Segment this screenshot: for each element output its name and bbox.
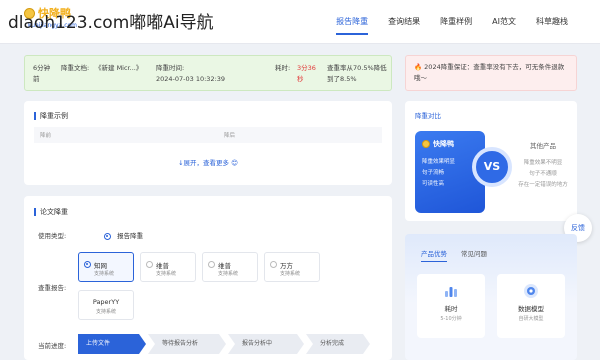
feature-item: 可读性高 (422, 181, 445, 187)
report-option-paperyy[interactable]: PaperYY 支持系统 (78, 290, 134, 320)
rate-text: 查重率从70.5%降低到了8.5% (327, 64, 387, 83)
example-right-tab: 降后 (224, 133, 236, 139)
report-label: 查重报告: (38, 284, 67, 292)
radio-icon (146, 261, 153, 268)
form-title: 论文降重 (34, 208, 68, 216)
compare-others: 其他产品 降重效果不明显 句子不通顺 存在一定错误的地方 (515, 131, 571, 213)
doc-name: 《新建 Micr...》 (95, 64, 143, 72)
report-option-wanfang[interactable]: 万方 支持系统 (264, 252, 320, 282)
report-option-cnki[interactable]: 知网 支持系统 (78, 252, 134, 282)
nav-item-report-reduce[interactable]: 报告降重 (326, 0, 378, 44)
feature-item: 存在一定错误的地方 (518, 182, 568, 188)
radio-selected-icon (104, 232, 111, 240)
reduce-time-value: 2024-07-03 10:32:39 (156, 75, 226, 83)
vs-badge: VS (472, 147, 512, 187)
doc-label: 降重文档: (61, 64, 90, 72)
type-radio[interactable]: 报告降重 (104, 230, 143, 240)
nav-item-ai-essay[interactable]: AI范文 (482, 0, 526, 44)
type-label: 使用类型: (38, 232, 67, 240)
others-title: 其他产品 (530, 142, 556, 150)
elapsed-value: 3分36秒 (297, 64, 316, 83)
example-preview: 降前 降后 (34, 127, 382, 143)
time-ago: 6分钟前 (33, 64, 51, 83)
top-header: 快降鸭 kuaijiangya.com dlaoh123.com嘟嘟Ai导航 报… (0, 0, 600, 44)
emoji-icon: 😊 (231, 159, 238, 167)
radio-icon (84, 261, 91, 268)
tab-faq[interactable]: 常见问题 (461, 248, 487, 262)
elapsed-label: 耗时: (275, 64, 291, 72)
main-nav: 报告降重 查询结果 降重样例 AI范文 科草趣栈 (326, 0, 578, 44)
example-left-tab: 降前 (40, 133, 52, 139)
radio-icon (270, 261, 277, 268)
refund-reminder: 🔥 2024降重保证：查重率没有下去，可无条件退款哦～ (405, 55, 577, 91)
feature-item: 句子不通顺 (529, 171, 557, 177)
tab-advantage[interactable]: 产品优势 (421, 248, 447, 262)
step-done: 分析完成 (306, 334, 370, 354)
reduce-time-label: 降重时间: (156, 64, 185, 72)
radio-icon (208, 261, 215, 268)
feature-item: 句子流畅 (422, 170, 445, 176)
expand-more-link[interactable]: ↓展开，查看更多 😊 (24, 157, 392, 167)
step-analyzing: 报告分析中 (228, 334, 304, 354)
nav-item-query-result[interactable]: 查询结果 (378, 0, 430, 44)
progress-steps: 上传文件 等待报告分析 报告分析中 分析完成 (78, 334, 372, 354)
report-option-vip-2[interactable]: 维普 支持系统 (202, 252, 258, 282)
progress-label: 当前进度: (38, 342, 67, 350)
step-upload[interactable]: 上传文件 (78, 334, 146, 354)
compare-card: 降重对比 快降鸭 降重效果明显 句子流畅 可读性高 VS 其他产品 降重效果不明… (405, 101, 577, 221)
advantage-tabs: 产品优势 常见问题 (421, 248, 487, 262)
feature-item: 降重效果明显 (422, 159, 456, 165)
report-option-vip-1[interactable]: 维普 支持系统 (140, 252, 196, 282)
chart-bars-icon (445, 287, 457, 297)
feature-item: 降重效果不明显 (523, 160, 563, 166)
compare-brand: 快降鸭 (433, 140, 454, 148)
example-title: 降重示例 (34, 112, 68, 120)
advantage-item-model: 数据模型 自研大模型 (497, 274, 565, 338)
reminder-text: 2024降重保证：查重率没有下去，可无条件退款哦～ (414, 63, 565, 82)
nav-item-extra[interactable]: 科草趣栈 (526, 0, 578, 44)
example-card: 降重示例 降前 降后 ↓展开，查看更多 😊 (24, 101, 392, 185)
advantage-item-time: 耗时 5-10分钟 (417, 274, 485, 338)
data-model-icon (524, 284, 538, 298)
reduce-form-card: 论文降重 使用类型: 报告降重 查重报告: 知网 支持系统 维普 支持系统 维普… (24, 196, 392, 360)
compare-title: 降重对比 (415, 112, 441, 120)
nav-item-samples[interactable]: 降重样例 (430, 0, 482, 44)
duck-logo-icon (422, 140, 430, 148)
advantage-card: 产品优势 常见问题 耗时 5-10分钟 数据模型 自研大模型 (405, 234, 577, 360)
step-waiting: 等待报告分析 (148, 334, 226, 354)
fire-icon: 🔥 (414, 63, 423, 71)
watermark: dlaoh123.com嘟嘟Ai导航 (8, 13, 214, 33)
result-info-strip: 6分钟前 降重文档: 《新建 Micr...》 降重时间: 2024-07-03… (24, 55, 392, 91)
